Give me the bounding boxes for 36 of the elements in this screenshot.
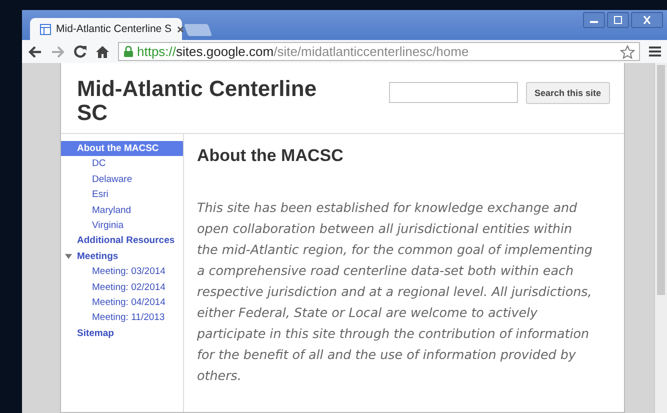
- page-icon: [40, 24, 51, 34]
- page-heading: About the MACSC: [197, 146, 344, 166]
- maximize-button[interactable]: [607, 12, 629, 28]
- maximize-icon: [613, 16, 623, 24]
- address-field[interactable]: https://sites.google.com/site/midatlanticcenterlinesc/home: [118, 42, 640, 61]
- nav-item[interactable]: Esri: [61, 187, 183, 203]
- home-icon[interactable]: [96, 46, 109, 58]
- nav-item[interactable]: Additional Resources: [61, 233, 183, 249]
- nav-item[interactable]: About the MACSC: [61, 141, 183, 156]
- lock-icon: [124, 46, 133, 57]
- scrollbar[interactable]: [654, 63, 667, 413]
- nav-item[interactable]: DC: [61, 156, 183, 172]
- nav-item[interactable]: Meeting: 11/2013: [61, 310, 183, 326]
- nav-item[interactable]: Meeting: 03/2014: [61, 264, 183, 280]
- star-icon[interactable]: [620, 44, 635, 58]
- search-field[interactable]: [388, 82, 518, 103]
- expand-arrow-icon[interactable]: [65, 254, 72, 260]
- intro-paragraph: This site has been established for knowledge exchange and open collaboration between all jurisdictional entities within the mid-Atlantic region, for the common goal of implementing a comprehensive road centerline data-set both within each respective jurisdiction and at a regional level. All jurisdictions, either Federal, State or Local are welcome to actively participate in this site through the contribution of information for the benefit of all and the use of information provided by others.: [197, 199, 594, 385]
- browser-tab[interactable]: Mid-Atlantic Centerline S: [30, 18, 182, 40]
- nav-item[interactable]: Delaware: [61, 172, 183, 188]
- site-title: Mid-Atlantic Centerline SC: [77, 77, 318, 125]
- nav-item[interactable]: Meeting: 02/2014: [61, 280, 183, 296]
- nav-item[interactable]: Meetings: [61, 248, 183, 264]
- back-icon[interactable]: [28, 46, 42, 58]
- reload-icon[interactable]: [74, 45, 87, 58]
- url-text: https://sites.google.com/site/midatlanticcenterlinesc/home: [137, 44, 469, 59]
- close-tab-icon[interactable]: [176, 26, 184, 32]
- close-button[interactable]: [631, 12, 663, 28]
- nav-item[interactable]: Sitemap: [61, 326, 183, 342]
- nav-item[interactable]: Virginia: [61, 218, 183, 234]
- minimize-button[interactable]: [583, 12, 605, 28]
- nav-item[interactable]: Maryland: [61, 202, 183, 218]
- search-button[interactable]: Search this site: [526, 82, 610, 104]
- menu-icon[interactable]: [649, 46, 661, 57]
- nav-item[interactable]: Meeting: 04/2014: [61, 295, 183, 310]
- close-icon: [642, 16, 652, 24]
